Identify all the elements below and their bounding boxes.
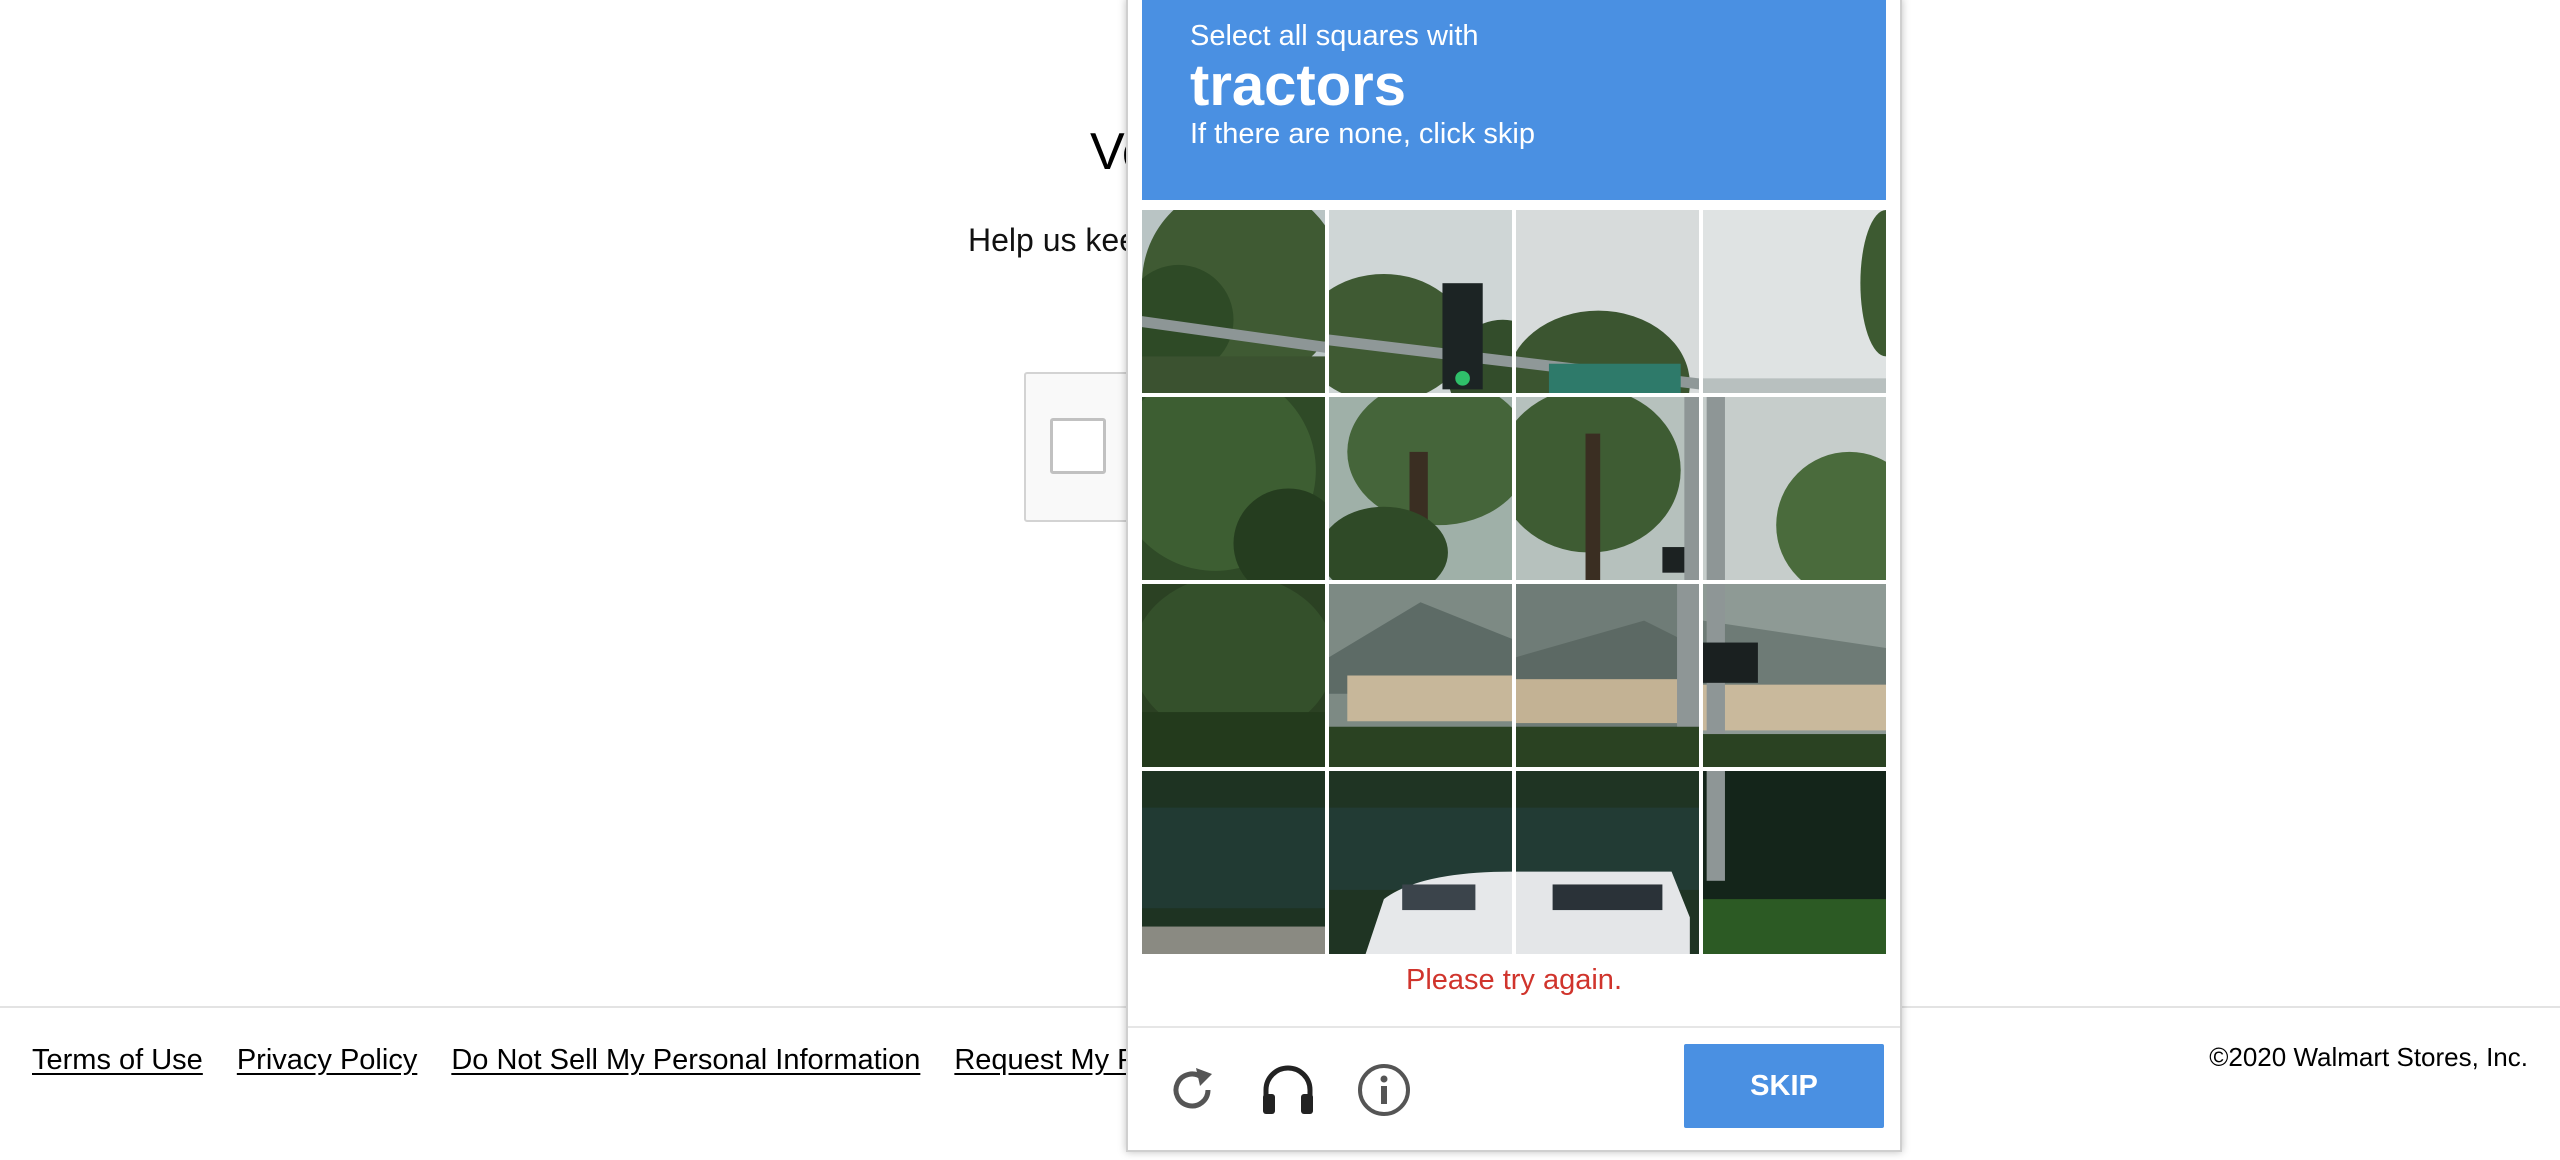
tile-image <box>1516 584 1699 767</box>
info-icon[interactable] <box>1354 1060 1414 1120</box>
grid-tile[interactable] <box>1516 584 1699 767</box>
tile-image <box>1516 397 1699 580</box>
grid-tile[interactable] <box>1329 584 1512 767</box>
grid-tile[interactable] <box>1516 771 1699 954</box>
copyright: ©2020 Walmart Stores, Inc. <box>2209 1042 2528 1072</box>
headphones-icon[interactable] <box>1258 1060 1318 1120</box>
grid-tile[interactable] <box>1703 584 1886 767</box>
grid-tile[interactable] <box>1516 397 1699 580</box>
tile-image <box>1703 210 1886 393</box>
do-not-sell-link[interactable]: Do Not Sell My Personal Information <box>451 1044 920 1077</box>
tile-image <box>1142 771 1325 954</box>
grid-tile[interactable] <box>1329 397 1512 580</box>
terms-of-use-link[interactable]: Terms of Use <box>32 1044 203 1077</box>
captcha-challenge-popup: Select all squares with tractors If ther… <box>1126 0 1902 1152</box>
grid-tile[interactable] <box>1703 771 1886 954</box>
tile-image <box>1516 771 1699 954</box>
privacy-policy-link[interactable]: Privacy Policy <box>237 1044 418 1077</box>
challenge-footer-divider <box>1128 1026 1900 1028</box>
grid-tile[interactable] <box>1142 771 1325 954</box>
reload-icon[interactable] <box>1162 1060 1222 1120</box>
tile-image <box>1142 210 1325 393</box>
tile-image <box>1142 584 1325 767</box>
tile-image <box>1329 397 1512 580</box>
grid-tile[interactable] <box>1703 210 1886 393</box>
footer-links: Terms of Use Privacy Policy Do Not Sell … <box>32 1044 1193 1077</box>
challenge-keyword: tractors <box>1190 53 1406 118</box>
page-subtitle: Help us kee <box>968 222 1137 258</box>
grid-tile[interactable] <box>1142 584 1325 767</box>
challenge-header: Select all squares with tractors If ther… <box>1142 0 1886 200</box>
grid-tile[interactable] <box>1329 771 1512 954</box>
tile-image <box>1329 584 1512 767</box>
grid-tile[interactable] <box>1142 210 1325 393</box>
tile-image <box>1703 771 1886 954</box>
tile-image <box>1516 210 1699 393</box>
tile-image <box>1329 210 1512 393</box>
skip-button[interactable]: SKIP <box>1684 1044 1884 1128</box>
challenge-error-message: Please try again. <box>1405 964 1622 996</box>
challenge-instruction: Select all squares with <box>1190 20 1479 52</box>
challenge-image-grid <box>1142 210 1886 954</box>
grid-tile[interactable] <box>1703 397 1886 580</box>
grid-tile[interactable] <box>1142 397 1325 580</box>
grid-tile[interactable] <box>1329 210 1512 393</box>
tile-image <box>1142 397 1325 580</box>
tile-image <box>1703 397 1886 580</box>
grid-tile[interactable] <box>1516 210 1699 393</box>
challenge-hint: If there are none, click skip <box>1190 118 1535 150</box>
tile-image <box>1329 771 1512 954</box>
captcha-checkbox[interactable] <box>1050 418 1106 474</box>
tile-image <box>1703 584 1886 767</box>
